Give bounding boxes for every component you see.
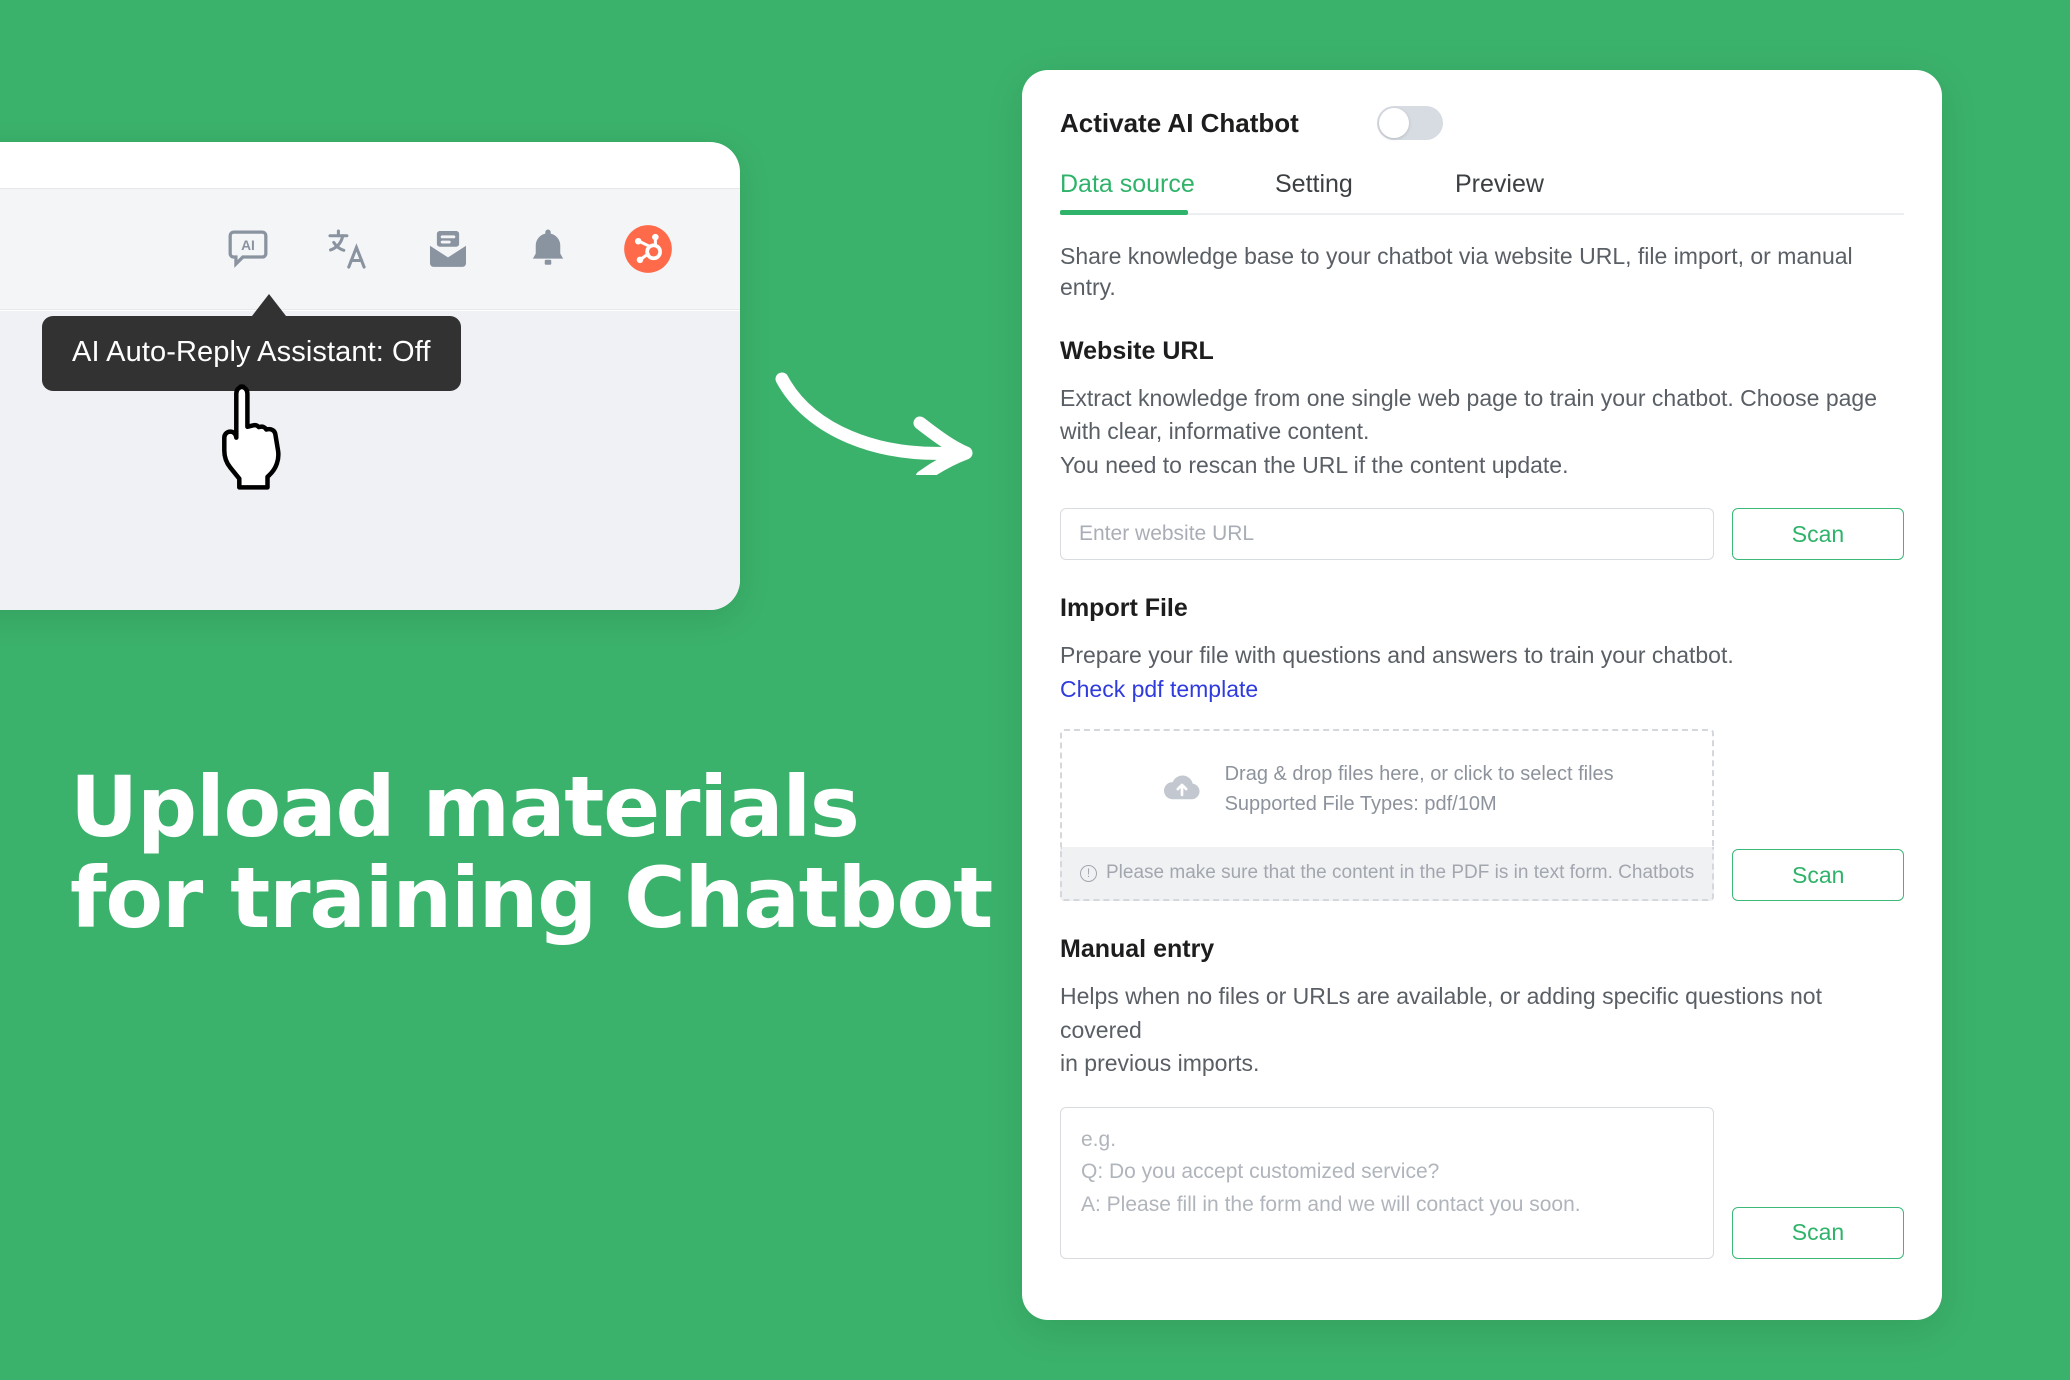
website-url-row: Scan xyxy=(1060,508,1904,561)
tab-setting[interactable]: Setting xyxy=(1275,170,1455,213)
website-url-title: Website URL xyxy=(1060,337,1214,366)
import-file-title: Import File xyxy=(1060,594,1188,623)
activate-chatbot-label: Activate AI Chatbot xyxy=(1060,107,1299,138)
website-url-input[interactable] xyxy=(1060,508,1714,561)
activate-row: Activate AI Chatbot xyxy=(1060,106,1904,140)
scan-url-button[interactable]: Scan xyxy=(1732,508,1904,561)
ai-assistant-icon[interactable]: AI xyxy=(220,221,276,277)
upload-cloud-icon xyxy=(1161,766,1203,813)
file-dropzone[interactable]: Drag & drop files here, or click to sele… xyxy=(1060,729,1715,848)
headline-line-1: Upload materials xyxy=(70,758,860,856)
manual-entry-description: Helps when no files or URLs are availabl… xyxy=(1060,980,1904,1080)
activate-chatbot-toggle[interactable] xyxy=(1376,106,1443,140)
translate-icon[interactable] xyxy=(320,221,376,277)
toolbar: AI xyxy=(0,188,740,310)
hubspot-icon[interactable] xyxy=(620,221,676,277)
dropzone-text: Drag & drop files here, or click to sele… xyxy=(1225,759,1614,819)
chatbot-settings-card: Activate AI Chatbot Data source Setting … xyxy=(1022,70,1942,1320)
website-url-description: Extract knowledge from one single web pa… xyxy=(1060,382,1904,482)
info-icon: ! xyxy=(1080,864,1097,882)
mail-icon[interactable] xyxy=(420,221,476,277)
svg-text:AI: AI xyxy=(241,238,255,253)
headline-line-2: for training Chatbot xyxy=(70,848,993,947)
bell-icon[interactable] xyxy=(520,221,576,277)
manual-entry-row: Scan xyxy=(1060,1106,1904,1259)
check-pdf-template-link[interactable]: Check pdf template xyxy=(1060,676,1258,703)
scan-manual-button[interactable]: Scan xyxy=(1732,1206,1904,1259)
tooltip-pointer xyxy=(252,294,286,316)
toggle-knob xyxy=(1378,108,1409,138)
dropzone-wrapper: Drag & drop files here, or click to sele… xyxy=(1060,729,1715,902)
website-url-desc-line-2: with clear, informative content. xyxy=(1060,418,1370,445)
curved-arrow-right xyxy=(770,365,990,484)
dropzone-line-2: Supported File Types: pdf/10M xyxy=(1224,793,1497,816)
website-url-desc-line-3: You need to rescan the URL if the conten… xyxy=(1060,451,1569,478)
scan-file-button[interactable]: Scan xyxy=(1732,849,1905,902)
manual-entry-desc-line-1: Helps when no files or URLs are availabl… xyxy=(1060,983,1822,1043)
dropzone-line-1: Drag & drop files here, or click to sele… xyxy=(1224,763,1614,786)
manual-entry-desc-line-2: in previous imports. xyxy=(1060,1050,1260,1077)
manual-entry-title: Manual entry xyxy=(1060,935,1215,964)
website-url-desc-line-1: Extract knowledge from one single web pa… xyxy=(1060,385,1877,412)
import-file-row: Drag & drop files here, or click to sele… xyxy=(1060,729,1905,902)
tooltip-label: AI Auto-Reply Assistant: Off xyxy=(72,336,431,368)
pdf-warning-banner: ! Please make sure that the content in t… xyxy=(1060,847,1715,902)
hand-pointer-cursor xyxy=(212,380,302,505)
card-intro-text: Share knowledge base to your chatbot via… xyxy=(1060,243,1853,301)
page-title: Upload materials for training Chatbot xyxy=(70,758,993,947)
tab-bar: Data source Setting Preview xyxy=(1060,170,1904,215)
pdf-warning-text: Please make sure that the content in the… xyxy=(1106,862,1695,884)
manual-entry-textarea[interactable] xyxy=(1060,1106,1714,1259)
tab-data-source[interactable]: Data source xyxy=(1060,170,1275,215)
tab-preview[interactable]: Preview xyxy=(1455,170,1544,213)
import-file-description: Prepare your file with questions and ans… xyxy=(1060,642,1734,669)
